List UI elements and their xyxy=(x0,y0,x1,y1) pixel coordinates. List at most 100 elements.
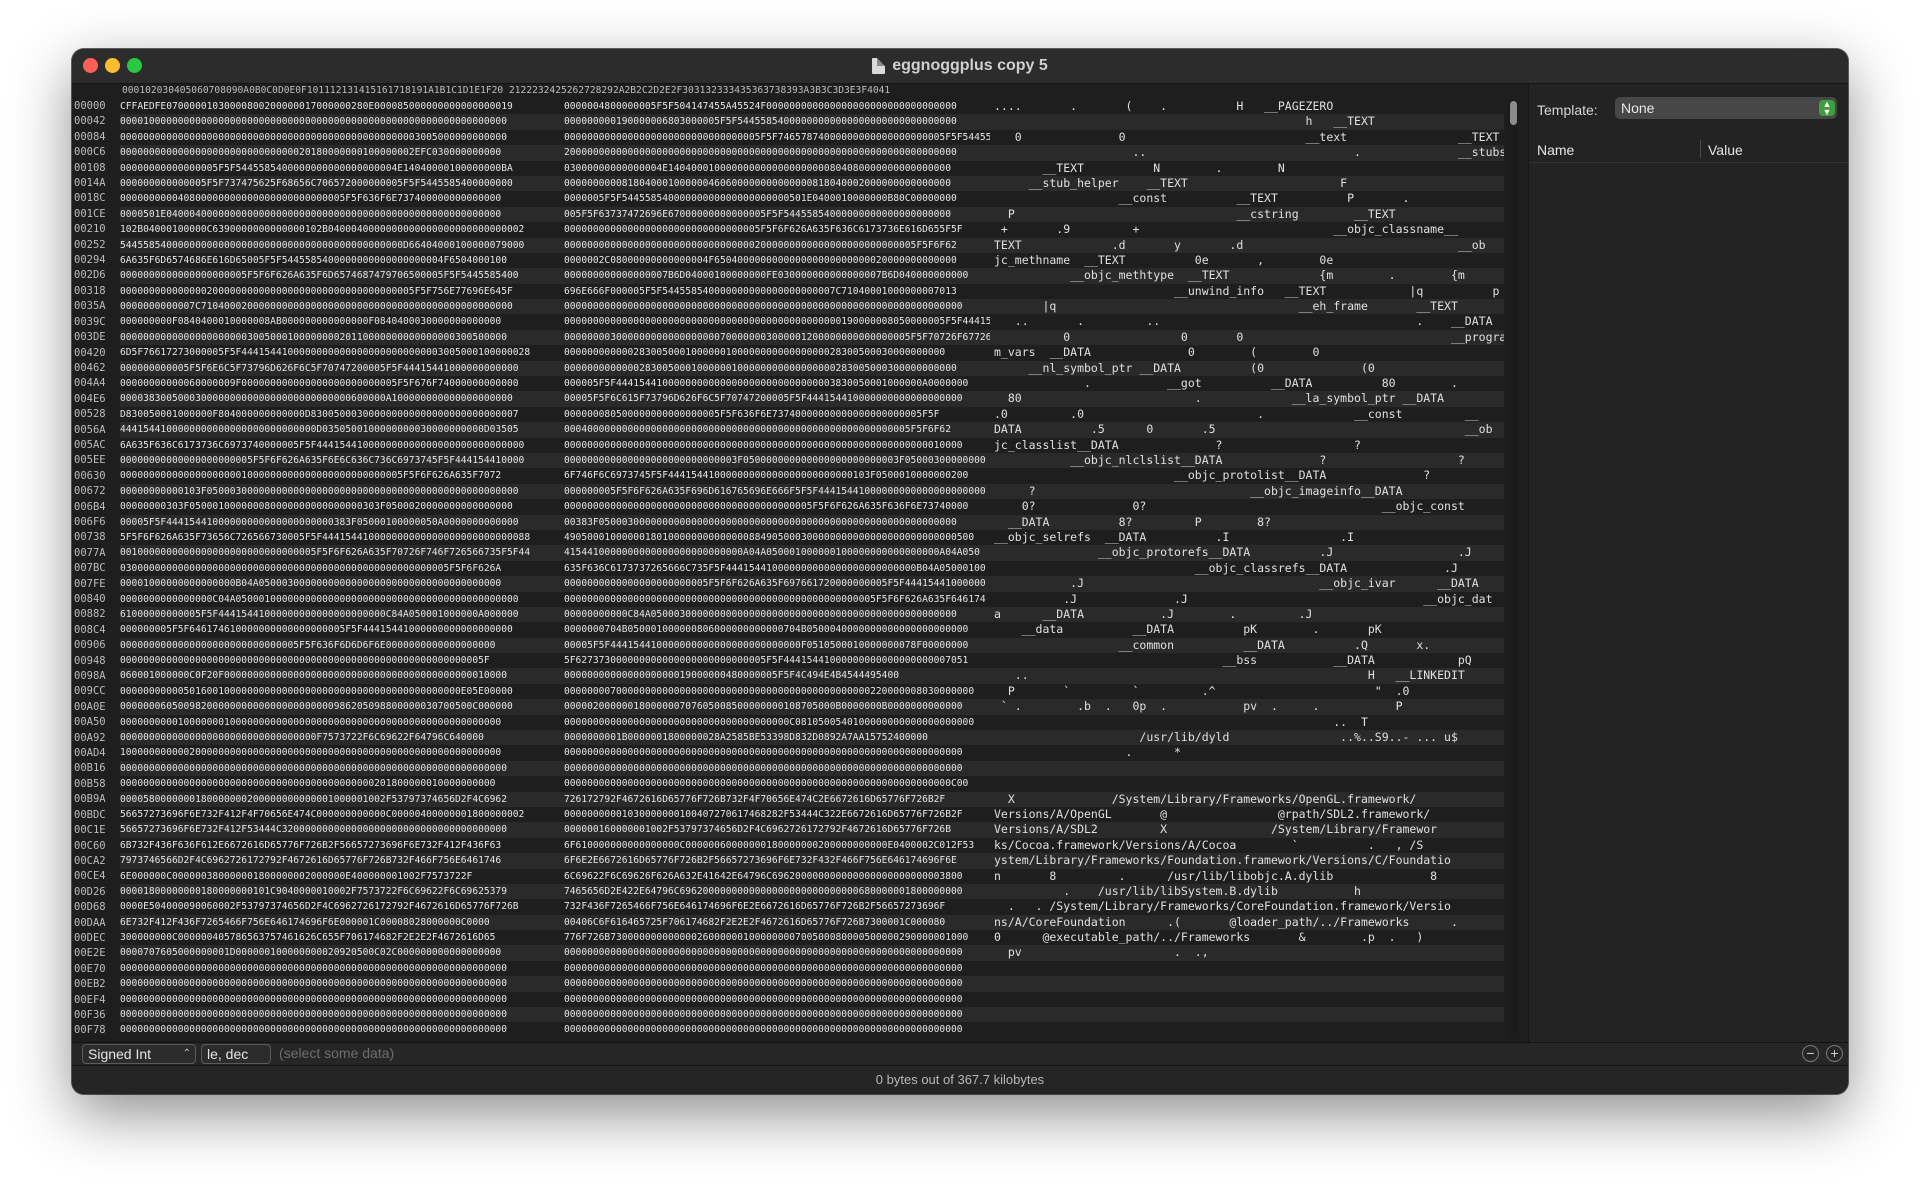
hex-bytes-right[interactable]: 000000005F5F6F626A635F696D616765696E666F… xyxy=(564,484,1000,499)
hex-bytes-right[interactable]: 0000000000000000000000000000000005F5F746… xyxy=(564,130,1000,145)
hex-bytes-right[interactable]: 4154410000000000000000000000000A04A05000… xyxy=(564,545,1000,560)
ascii-row[interactable]: __objc_protorefs__DATA .J .J xyxy=(990,545,1504,561)
ascii-row[interactable]: pv . ., xyxy=(990,945,1504,961)
ascii-row[interactable]: .. T xyxy=(990,715,1504,730)
hex-row[interactable]: 0000501E04000400000000000000000000000000… xyxy=(120,206,1048,223)
ascii-row[interactable] xyxy=(990,776,1504,791)
hex-row[interactable]: 5445585400000000000000000000000000000000… xyxy=(120,237,1048,253)
ascii-row[interactable]: __bss __DATA pQ xyxy=(990,653,1504,668)
hex-bytes-right[interactable]: 0000000000000000000000000000000000000000… xyxy=(564,961,1000,976)
hex-bytes-right[interactable]: 000000160000001002F53797374656D2F4C69627… xyxy=(564,822,1000,837)
ascii-row[interactable]: Versions/A/OpenGL @ @rpath/SDL2.framewor… xyxy=(990,807,1504,822)
hex-row[interactable]: 0000000000000000000001000000000000000000… xyxy=(120,468,1048,483)
hex-row[interactable]: 1000000000002000000000000000000000000000… xyxy=(120,745,1048,760)
hex-bytes-left[interactable]: 0000000000000000C04A05000100000000000000… xyxy=(120,592,556,607)
hex-row[interactable]: 102B04000100000C6390000000000000102B0400… xyxy=(120,222,1048,237)
hex-row[interactable]: 0000000000000000000000000000000000F75737… xyxy=(120,730,1048,746)
ascii-row[interactable]: . * xyxy=(990,745,1504,760)
hex-row[interactable]: 6A635F6D6574686E616D65005F5F544558540000… xyxy=(120,253,1048,268)
hex-row[interactable]: 0000580000000180000000200000000000001000… xyxy=(120,791,1048,807)
ascii-row[interactable]: . . /System/Library/Frameworks/CoreFound… xyxy=(990,899,1504,914)
ascii-row[interactable]: jc_methname __TEXT 0e , 0e xyxy=(990,253,1504,268)
hex-bytes-left[interactable]: 0000000000000000000000000000000000000000… xyxy=(120,1007,556,1022)
hex-bytes-right[interactable]: 0000000070000000000000000000000000000000… xyxy=(564,684,1000,699)
hex-row[interactable]: 6D5F76617273000005F5F4441544100000000000… xyxy=(120,345,1048,360)
hex-row[interactable]: 000000000F0840400010000008AB000000000000… xyxy=(120,314,1048,329)
ascii-row[interactable]: .J __objc_ivar __DATA xyxy=(990,576,1504,592)
hex-bytes-right[interactable]: 0000004800000005F5F504147455A45524F00000… xyxy=(564,99,1000,114)
ascii-row[interactable]: .J .J __objc_dat xyxy=(990,592,1504,607)
scrollbar-thumb[interactable] xyxy=(1510,101,1517,125)
hex-row[interactable]: 0000000000000000000000000000000000000000… xyxy=(120,961,1048,976)
hex-bytes-right[interactable]: 000005F5F4441544100000000000000000000000… xyxy=(564,376,1000,391)
hex-row[interactable]: 00000000000000000000005F5F6F626A635F6E6C… xyxy=(120,452,1048,469)
ascii-row[interactable] xyxy=(990,760,1504,777)
hex-row[interactable]: 0000000000000000000000000000000000000000… xyxy=(120,130,1048,145)
hex-bytes-left[interactable]: 0000000000007C71040002000000000000000000… xyxy=(120,299,556,314)
hex-row[interactable]: 0000000000000000000000000000000000000000… xyxy=(120,1022,1048,1037)
ascii-row[interactable]: __objc_methtype __TEXT {m . {m xyxy=(990,268,1504,284)
hex-row[interactable]: 0000000000100000001000000000000000000000… xyxy=(120,715,1048,730)
hex-row[interactable]: CFFAEDFE07000001030000800200000017000000… xyxy=(120,99,1048,114)
hex-row[interactable]: 7973746566D2F4C6962726172792F4672616D657… xyxy=(120,853,1048,869)
hex-bytes-right[interactable]: 0000000001B0000001800000028A2585BE53398D… xyxy=(564,730,1000,745)
hex-row[interactable]: 6E000000C000000380000001800000002000000E… xyxy=(120,869,1048,884)
hex-bytes-right[interactable]: 000000000000000007B6D04000100000000FE030… xyxy=(564,268,1000,283)
hex-bytes-right[interactable]: 0000000000000000000000000000000000000000… xyxy=(564,992,1000,1007)
ascii-row[interactable]: 80 . __la_symbol_ptr __DATA xyxy=(990,391,1504,407)
hex-bytes-left[interactable]: 1000000000002000000000000000000000000000… xyxy=(120,745,556,760)
ascii-row[interactable] xyxy=(990,976,1504,992)
hex-bytes-left[interactable]: 0000580000000180000000200000000000001000… xyxy=(120,792,556,807)
hex-row[interactable]: 0000000000007C71040002000000000000000000… xyxy=(120,299,1048,315)
hex-bytes-left[interactable]: 6E732F412F436F7265466F756E646174696F6E00… xyxy=(120,915,556,930)
ascii-row[interactable]: ystem/Library/Frameworks/Foundation.fram… xyxy=(990,853,1504,869)
hex-bytes-right[interactable]: 6F610000000000000000C0000006000000018000… xyxy=(564,838,1000,853)
add-button[interactable]: + xyxy=(1826,1045,1843,1062)
ascii-row[interactable]: .. . __stubs xyxy=(990,145,1504,161)
hex-bytes-left[interactable]: 00005F5F44415441000000000000000000000383… xyxy=(120,515,556,530)
hex-bytes-right[interactable]: 635F636C6173737265666C735F5F444154410000… xyxy=(564,561,1000,576)
hex-row[interactable]: 0000000605009820000000000000000000000986… xyxy=(120,699,1048,715)
hex-row[interactable]: 0000000000000000C04A05000100000000000000… xyxy=(120,592,1048,607)
ascii-row[interactable]: .0 .0 . __const __ xyxy=(990,407,1504,422)
ascii-row[interactable]: .... . ( . H __PAGEZERO xyxy=(990,99,1504,114)
hex-bytes-right[interactable]: 0000000000000000000000000000000000000000… xyxy=(564,499,1000,514)
ascii-row[interactable]: P __cstring __TEXT xyxy=(990,206,1504,223)
hex-bytes-left[interactable]: 300000000C000000405786563757461626C655F7… xyxy=(120,930,556,945)
ascii-row[interactable]: Versions/A/SDL2 X /System/Library/Framew… xyxy=(990,822,1504,838)
hex-bytes-right[interactable]: 005F5F63737472696E67000000000000005F5F54… xyxy=(564,207,1000,222)
hex-bytes-left[interactable]: 0000000000000000000000000000000000000000… xyxy=(120,130,556,145)
ascii-row[interactable]: ns/A/CoreFoundation .( @loader_path/../F… xyxy=(990,914,1504,931)
hex-row[interactable]: 0000000000000000000000000000005F5F636F6D… xyxy=(120,637,1048,654)
hex-row[interactable]: 56657273696F6E732F412F4F70656E474C000000… xyxy=(120,807,1048,822)
hex-row[interactable]: 5F5F6F626A635F73656C726566730005F5F44415… xyxy=(120,530,1048,545)
hex-row[interactable]: 0000000000000000000005F5F6F626A635F6D657… xyxy=(120,268,1048,284)
ascii-row[interactable]: 0 @executable_path/../Frameworks & .p . … xyxy=(990,930,1504,945)
hex-row[interactable]: 0300000000000000000000000000000000000000… xyxy=(120,561,1048,576)
hex-row[interactable]: 00000000000000005F5F54455854000000000000… xyxy=(120,161,1048,176)
hex-bytes-right[interactable]: 00000000000C84A0500030000000000000000000… xyxy=(564,607,1000,622)
hex-bytes-left[interactable]: 7973746566D2F4C6962726172792F4672616D657… xyxy=(120,853,556,868)
hex-row[interactable]: 0000000000000002000000000000000000000000… xyxy=(120,284,1048,299)
hex-row[interactable]: 56657273696F6E732F412F53444C320000000000… xyxy=(120,822,1048,838)
hex-bytes-right[interactable]: 0000000000000000000000000000000000000000… xyxy=(564,299,1000,314)
ascii-row[interactable]: X /System/Library/Frameworks/OpenGL.fram… xyxy=(990,791,1504,807)
hex-bytes-right[interactable]: 0000000000818040001000000460600000000000… xyxy=(564,176,1000,191)
ascii-row[interactable]: 0? 0? __objc_const xyxy=(990,499,1504,514)
hex-bytes-right[interactable]: 0000000000000000000000000000000000000000… xyxy=(564,438,1000,453)
hex-row[interactable]: 00001800000000180000000101C9040000010002… xyxy=(120,883,1048,900)
ascii-row[interactable]: __objc_classrefs__DATA .J xyxy=(990,561,1504,576)
ascii-row[interactable] xyxy=(990,1007,1504,1023)
hex-row[interactable]: 00005F5F44415441000000000000000000000383… xyxy=(120,514,1048,530)
hex-bytes-right[interactable]: 0000000000000000000000000000000005F5F6F6… xyxy=(564,222,1000,237)
hex-row[interactable]: 0000000000000000000000000000000201800000… xyxy=(120,145,1048,161)
column-name-header[interactable]: Name xyxy=(1537,142,1574,158)
ascii-row[interactable] xyxy=(990,1022,1504,1037)
hex-bytes-right[interactable]: 0000000000000000000019000000480000005F5F… xyxy=(564,668,1000,683)
ascii-row[interactable]: DATA .5 0 .5 __ob xyxy=(990,422,1504,438)
hex-bytes-left[interactable]: 5445585400000000000000000000000000000000… xyxy=(120,238,556,253)
ascii-row[interactable]: __const __TEXT P . xyxy=(990,191,1504,206)
ascii-row[interactable]: __data __DATA pK . pK xyxy=(990,622,1504,637)
hex-editor-area[interactable]: 000102030405060708090A0B0C0D0E0F10111213… xyxy=(72,84,1520,1042)
hex-row[interactable]: 0000000000000000000000000000000000000000… xyxy=(120,760,1048,777)
